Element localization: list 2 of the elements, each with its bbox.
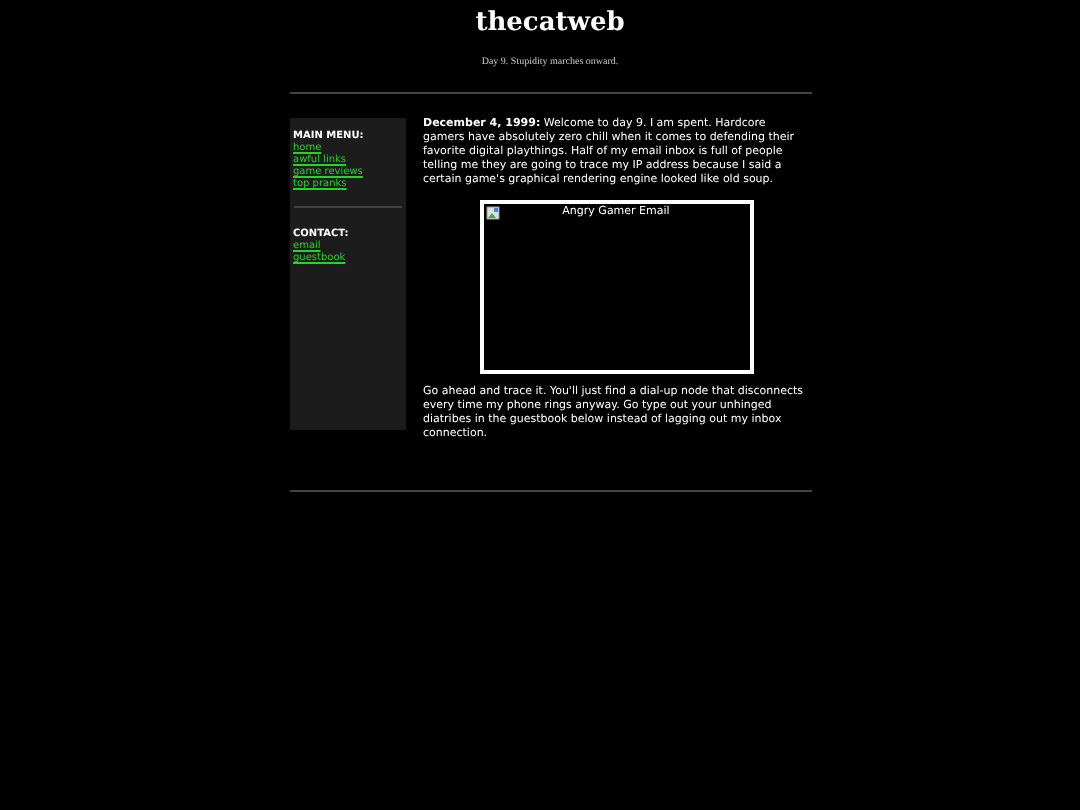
broken-image-icon — [485, 206, 499, 220]
site-title: thecatweb — [473, 8, 627, 40]
